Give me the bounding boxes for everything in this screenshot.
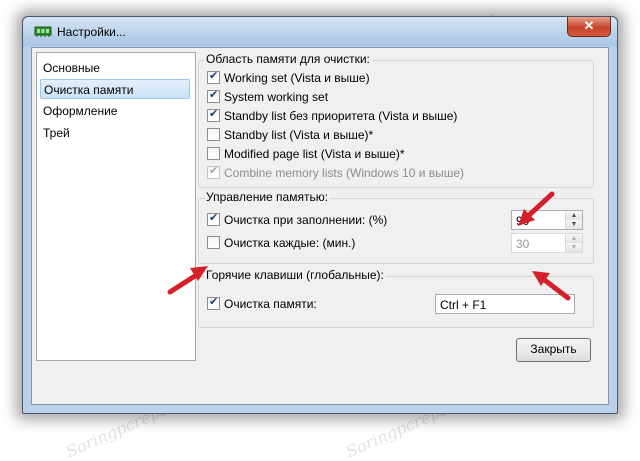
spin-down-icon: ▼ (566, 243, 582, 252)
checkbox-checked-icon[interactable] (207, 211, 220, 226)
nav-item-label: Очистка памяти (44, 83, 134, 97)
window-title: Настройки... (57, 25, 126, 39)
memory-management-group: Управление памятью: Очистка при заполнен… (198, 190, 594, 264)
checkbox-checked-icon[interactable] (207, 69, 220, 84)
option-system-working-set[interactable]: System working set (207, 88, 329, 106)
memory-area-legend: Область памяти для очистки: (204, 52, 372, 66)
option-working-set[interactable]: Working set (Vista и выше) (207, 69, 370, 87)
nav-item-appearance[interactable]: Оформление (40, 101, 190, 121)
nav-item-label: Основные (43, 61, 100, 75)
spin-up-icon[interactable]: ▲ (566, 211, 582, 220)
option-clean-on-fill[interactable]: Очистка при заполнении: (%) (207, 211, 388, 229)
option-label: Standby list без приоритета (Vista и выш… (224, 109, 458, 123)
interval-minutes-spinner: 30 ▲ ▼ (511, 233, 583, 253)
option-label: Combine memory lists (Windows 10 и выше) (224, 166, 465, 180)
fill-percent-spinner[interactable]: 90 ▲ ▼ (511, 210, 583, 230)
hotkeys-legend: Горячие клавиши (глобальные): (204, 268, 386, 282)
spinner-arrows: ▲ ▼ (565, 211, 582, 229)
memory-management-legend: Управление памятью: (204, 190, 331, 204)
close-button[interactable]: Закрыть (516, 338, 591, 362)
checkbox-unchecked-icon[interactable] (207, 236, 220, 249)
client-area: Основные Очистка памяти Оформление Трей … (31, 47, 609, 405)
close-icon: ✕ (583, 18, 595, 33)
option-label: Очистка каждые: (мин.) (224, 236, 356, 250)
settings-nav: Основные Очистка памяти Оформление Трей (36, 52, 196, 361)
memory-area-group: Область памяти для очистки: Working set … (198, 52, 594, 188)
option-label: Working set (Vista и выше) (224, 71, 370, 85)
option-standby-list[interactable]: Standby list (Vista и выше)* (207, 128, 373, 144)
interval-minutes-value: 30 (516, 237, 530, 251)
option-clean-interval[interactable]: Очистка каждые: (мин.) (207, 236, 355, 252)
spinner-arrows: ▲ ▼ (565, 234, 582, 252)
checkbox-checked-icon[interactable] (207, 107, 220, 122)
option-label: System working set (224, 90, 329, 104)
checkbox-checked-icon[interactable] (207, 88, 220, 103)
option-standby-no-priority[interactable]: Standby list без приоритета (Vista и выш… (207, 107, 458, 125)
option-label: Очистка при заполнении: (%) (224, 213, 388, 227)
option-label: Очистка памяти: (224, 297, 317, 311)
hotkey-input[interactable]: Ctrl + F1 (435, 294, 575, 314)
window-close-button[interactable]: ✕ (567, 17, 611, 37)
settings-window: Настройки... ✕ Основные Очистка памяти О… (22, 16, 618, 414)
nav-item-general[interactable]: Основные (40, 58, 190, 78)
title-bar[interactable]: Настройки... ✕ (23, 17, 617, 46)
spin-down-icon[interactable]: ▼ (566, 220, 582, 229)
nav-item-tray[interactable]: Трей (40, 123, 190, 143)
option-combine-memory-lists: Combine memory lists (Windows 10 и выше) (207, 164, 465, 182)
nav-item-label: Оформление (43, 104, 118, 118)
option-label: Standby list (Vista и выше)* (224, 128, 374, 142)
option-label: Modified page list (Vista и выше)* (224, 147, 405, 161)
fill-percent-value[interactable]: 90 (516, 214, 529, 228)
checkbox-checked-icon[interactable] (207, 295, 220, 310)
checkbox-disabled-icon (207, 164, 220, 179)
option-modified-page-list[interactable]: Modified page list (Vista и выше)* (207, 147, 405, 163)
nav-item-label: Трей (43, 126, 70, 140)
hotkeys-group: Горячие клавиши (глобальные): Очистка па… (198, 268, 594, 328)
checkbox-unchecked-icon[interactable] (207, 128, 220, 141)
spin-up-icon: ▲ (566, 234, 582, 243)
nav-item-memory-cleaning[interactable]: Очистка памяти (40, 79, 190, 99)
option-hotkey-clean[interactable]: Очистка памяти: (207, 295, 317, 313)
checkbox-unchecked-icon[interactable] (207, 147, 220, 160)
memory-chip-icon (34, 26, 52, 37)
